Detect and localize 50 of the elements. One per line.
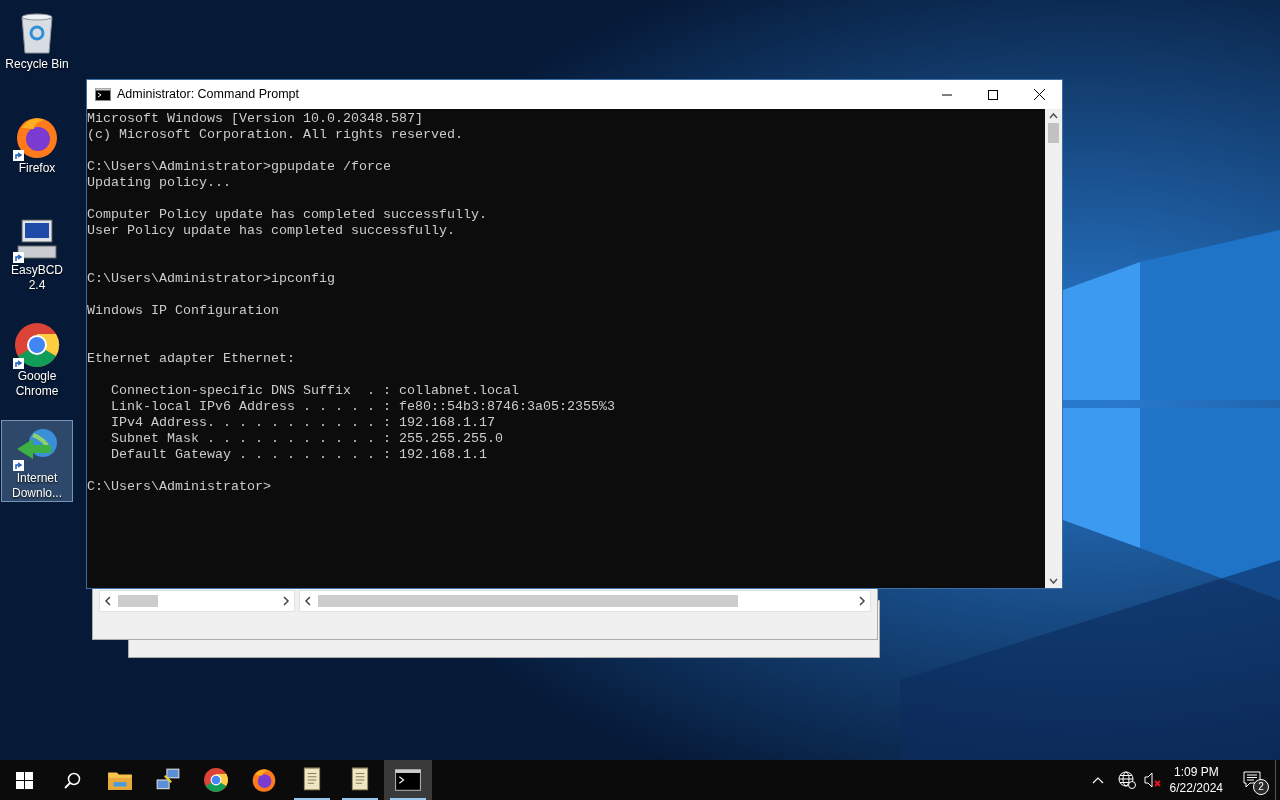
chevron-icon [282,596,290,606]
notification-count: 2 [1253,779,1269,795]
console-line: Computer Policy update has completed successfully. [87,207,488,223]
chevron-icon [1049,112,1058,120]
clock-time[interactable]: 1:09 PM [1169,764,1223,780]
clock-date[interactable]: 6/22/2024 [1169,780,1223,796]
maximize-icon [988,89,998,100]
chevron-icon [304,596,312,606]
console-line: Updating policy... [87,175,232,191]
console-line: User Policy update has completed successfully. [87,223,456,239]
search-icon [63,771,81,789]
network-globe-icon[interactable] [1117,771,1136,789]
taskbar-app-button[interactable] [384,760,432,800]
desktop-shortcut[interactable]: Google Chrome [1,316,73,398]
chevron-icon [104,596,112,606]
console-line: Connection-specific DNS Suffix . : collabnet.local [110,383,520,399]
chevron-icon [1049,577,1058,585]
console-line: Default Gateway . . . . . . . . . : 192.168.1.1 [110,447,488,463]
close-icon [1033,89,1045,100]
speaker-muted-icon[interactable] [1143,772,1162,788]
browser-icon [203,767,229,793]
window-title: Administrator: Command Prompt [117,86,299,104]
desktop-shortcut[interactable]: Recycle Bin [1,4,73,86]
console-icon [95,88,111,101]
console-line: (c) Microsoft Corporation. All rights reserved. [87,127,464,143]
console-line: Link-local IPv6 Address . . . . . : fe80::54b3:8746:3a05:2355%3 [110,399,616,415]
console-line: IPv4 Address. . . . . . . . . . . : 192.168.1.17 [110,415,496,431]
scrollbar-thumb[interactable] [1048,123,1059,143]
fox-browser-icon [251,767,277,793]
show-hidden-icons-icon[interactable] [1091,776,1104,784]
chevron-icon [858,596,866,606]
console-line: Ethernet adapter Ethernet: [87,351,296,367]
console-line: Microsoft Windows [Version 10.0.20348.587] [87,111,424,127]
console-line: C:\Users\Administrator> [87,479,272,495]
speech-bubble-icon [1243,771,1263,789]
desktop-shortcut[interactable]: EasyBCD 2.4 [1,212,73,294]
horizontal-scrollbar[interactable] [99,590,295,612]
console-line: Subnet Mask . . . . . . . . . . . : 255.255.255.0 [110,431,504,447]
console-icon [395,767,421,793]
horizontal-scrollbar[interactable] [299,590,871,612]
vertical-scrollbar[interactable] [1045,109,1062,588]
notification-button[interactable]: 2 [1231,760,1275,800]
console-line: Windows IP Configuration [87,303,280,319]
windows-logo-icon [15,771,33,789]
browser-icon [13,321,61,369]
desktop-shortcut[interactable]: Firefox [1,108,73,190]
console-line: C:\Users\Administrator>gpupdate /force [87,159,392,175]
computer-icon [14,218,60,262]
console-line: C:\Users\Administrator>ipconfig [87,271,336,287]
desktop-shortcut[interactable]: Internet Downlo... [1,420,73,502]
